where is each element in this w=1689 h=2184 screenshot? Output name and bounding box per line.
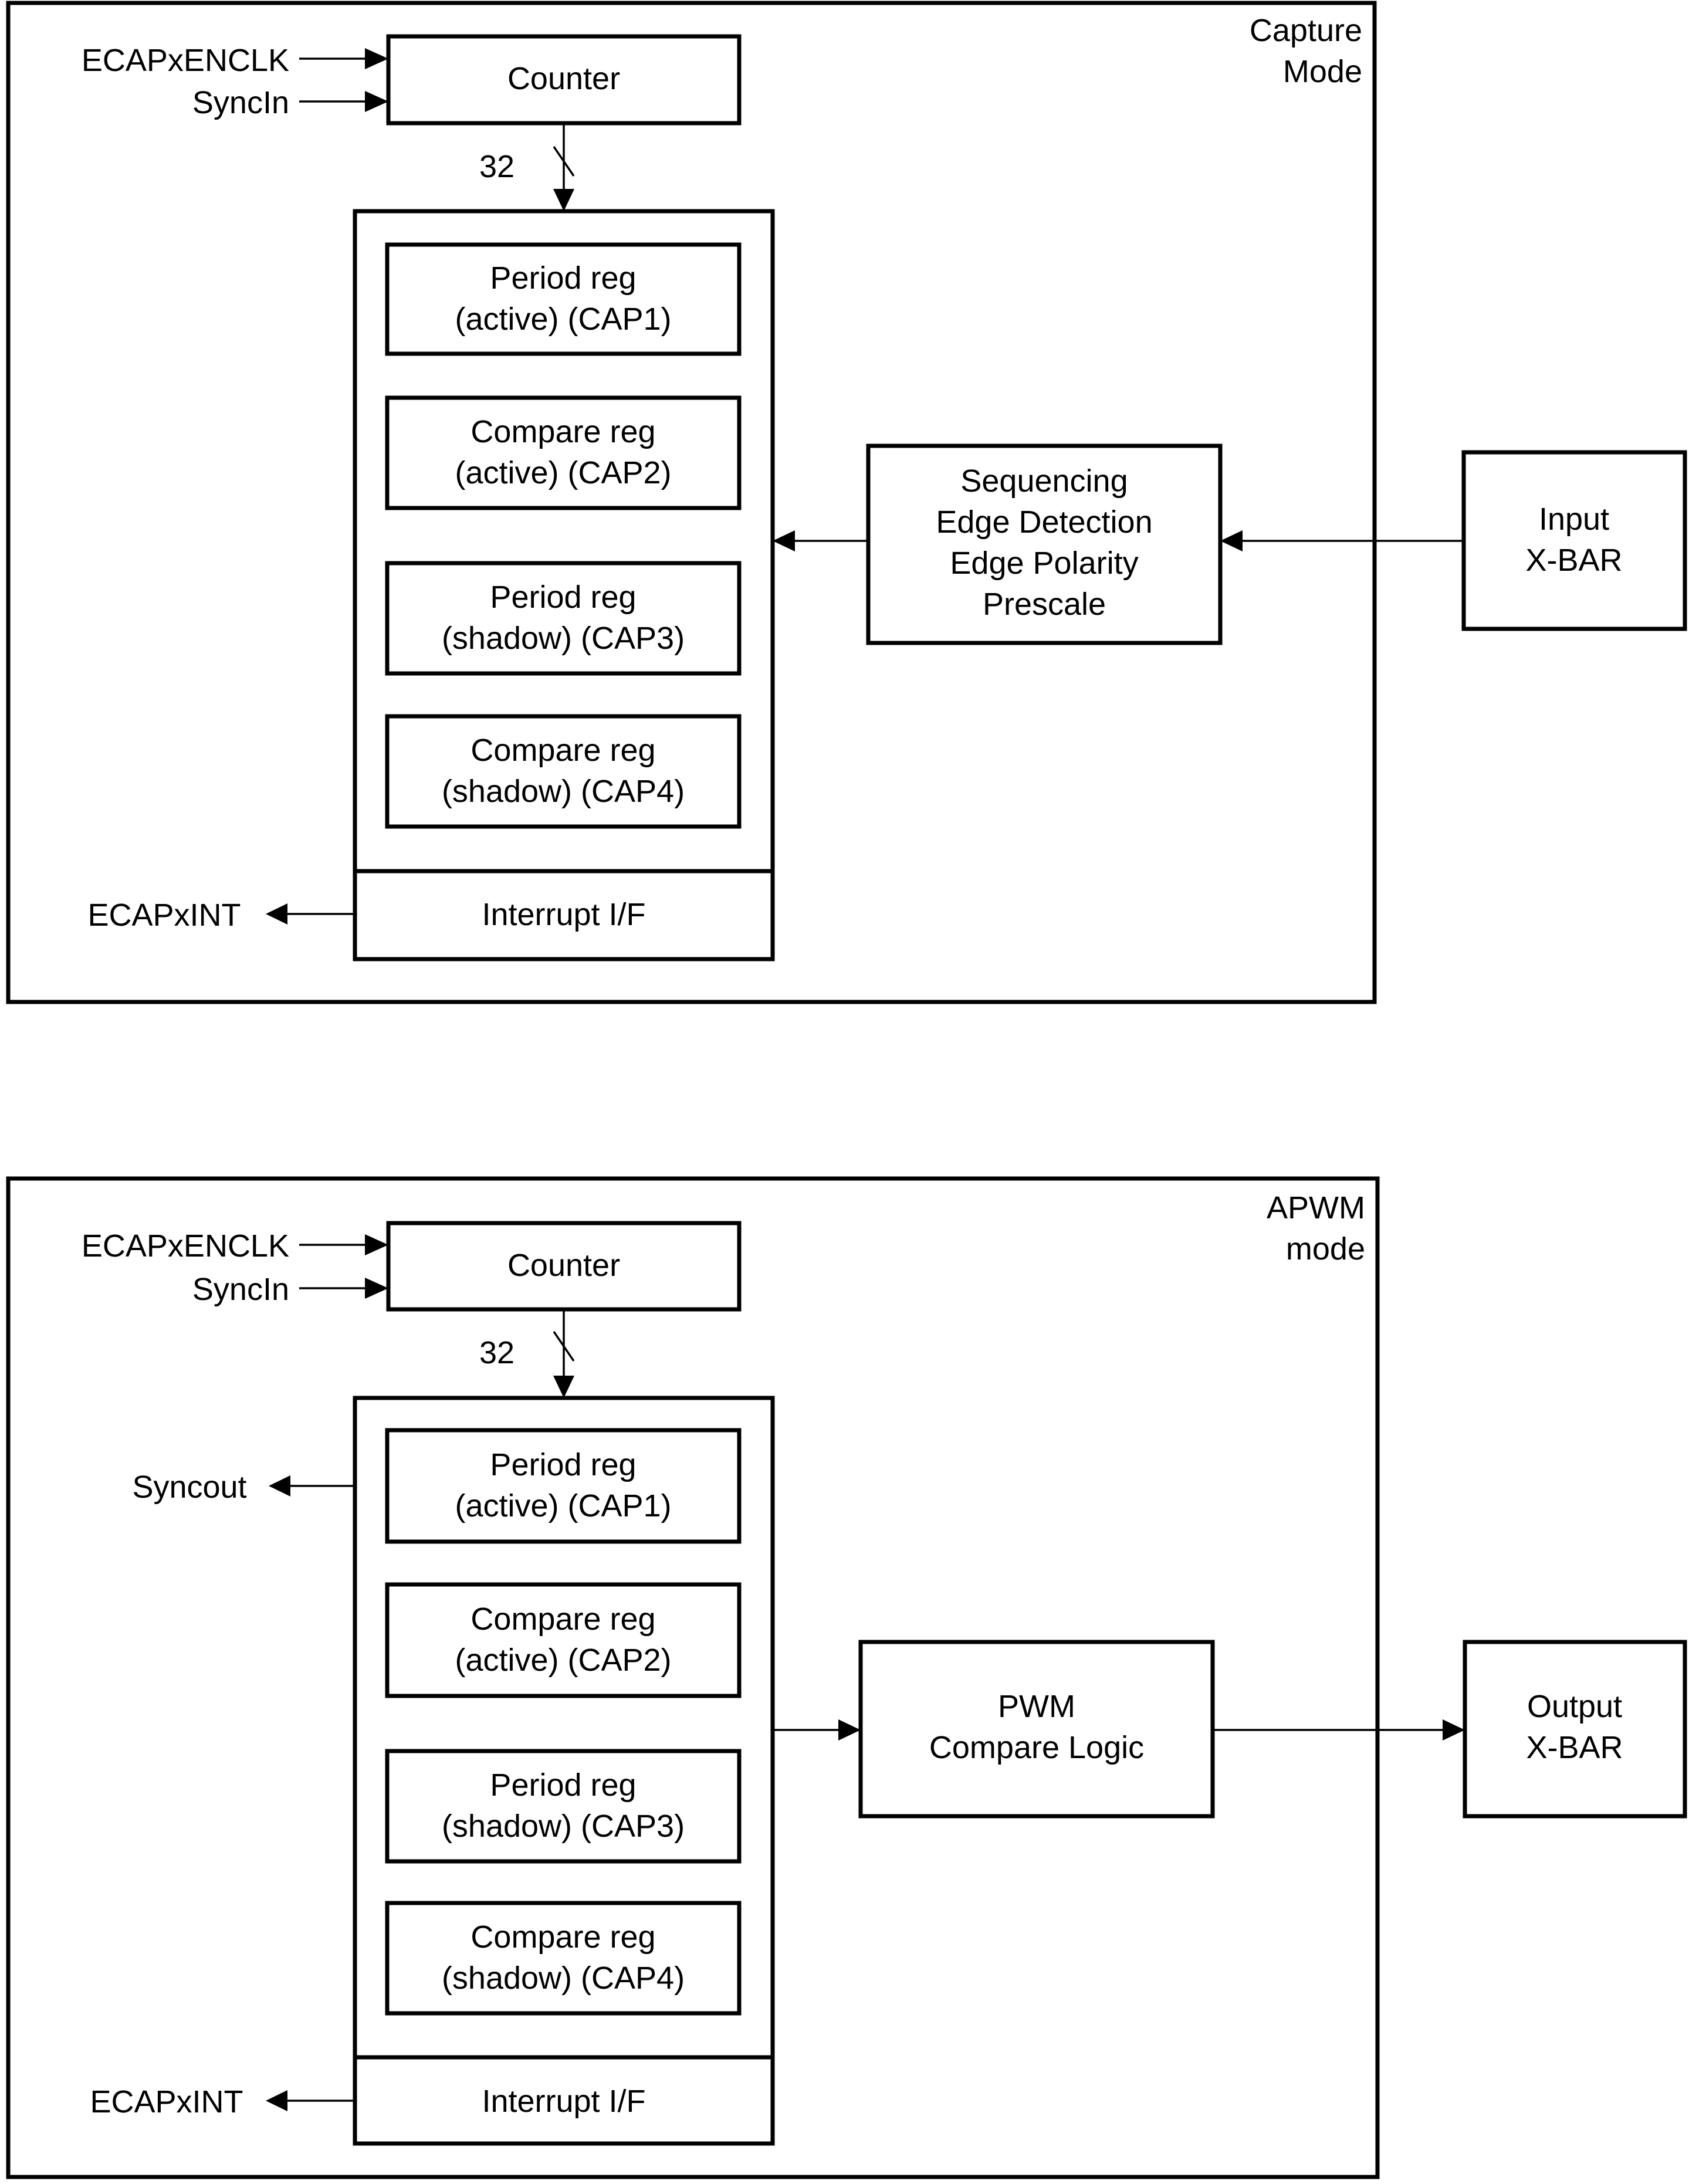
syncout-label: Syncout <box>132 1469 246 1505</box>
capture-bus-width-label: 32 <box>479 149 515 184</box>
capture-cap2-line2: (active) (CAP2) <box>455 455 671 490</box>
input-xbar-line2: X-BAR <box>1525 543 1622 578</box>
output-xbar-block <box>1463 1640 1687 1819</box>
input-xbar-line1: Input <box>1539 502 1609 537</box>
sequencing-to-registers-arrow-icon <box>773 530 795 551</box>
capture-cap4-line2: (shadow) (CAP4) <box>442 774 685 809</box>
apwm-mode-label-line1: APWM <box>1267 1190 1365 1225</box>
apwm-cap3-line2: (shadow) (CAP3) <box>442 1809 685 1844</box>
apwm-register-cap1: Period reg (active) (CAP1) <box>385 1428 742 1544</box>
capture-ecapxint-arrow-icon <box>266 903 287 925</box>
apwm-mode-section: APWM mode ECAPxENCLK SyncIn Counter 32 P… <box>6 1176 1687 2179</box>
apwm-cap4-line2: (shadow) (CAP4) <box>442 1960 685 1996</box>
syncout-arrow-icon <box>269 1475 290 1496</box>
apwm-syncin-label: SyncIn <box>192 1272 289 1307</box>
capture-ecapxint-label: ECAPxINT <box>87 898 241 933</box>
ecap-block-diagram: Capture Mode ECAPxENCLK SyncIn Counter 3… <box>6 1 1687 2179</box>
sequencing-line2: Edge Detection <box>936 504 1152 540</box>
registers-to-pwm-arrow-icon <box>838 1719 861 1741</box>
syncin-label: SyncIn <box>192 85 289 120</box>
sequencing-line1: Sequencing <box>960 463 1128 499</box>
capture-cap3-line2: (shadow) (CAP3) <box>442 621 685 656</box>
capture-mode-section: Capture Mode ECAPxENCLK SyncIn Counter 3… <box>6 1 1687 1004</box>
capture-register-cap1: Period reg (active) (CAP1) <box>385 242 742 356</box>
apwm-interrupt-label: Interrupt I/F <box>482 2084 645 2119</box>
capture-cap4-line1: Compare reg <box>471 733 655 768</box>
capture-interrupt-label: Interrupt I/F <box>482 897 645 932</box>
apwm-cap4-line1: Compare reg <box>471 1919 655 1955</box>
ecapxenclk-arrow-icon <box>365 48 388 69</box>
apwm-ecapxenclk-arrow-icon <box>365 1234 388 1255</box>
capture-register-cap3: Period reg (shadow) (CAP3) <box>385 561 742 676</box>
apwm-ecapxint-label: ECAPxINT <box>90 2084 243 2119</box>
apwm-ecapxint-arrow-icon <box>266 2090 287 2111</box>
apwm-cap1-line2: (active) (CAP1) <box>455 1488 671 1523</box>
capture-bus-arrow-icon <box>553 189 574 211</box>
sequencing-line3: Edge Polarity <box>950 546 1138 581</box>
sequencing-line4: Prescale <box>983 587 1106 622</box>
pwm-compare-logic-block <box>858 1640 1215 1819</box>
apwm-register-cap4: Compare reg (shadow) (CAP4) <box>385 1901 742 2016</box>
pwm-logic-line2: Compare Logic <box>929 1730 1144 1765</box>
capture-cap2-line1: Compare reg <box>471 414 655 449</box>
apwm-cap2-line2: (active) (CAP2) <box>455 1643 671 1678</box>
capture-mode-label-line2: Mode <box>1283 54 1362 89</box>
apwm-cap3-line1: Period reg <box>490 1767 636 1803</box>
capture-counter-label: Counter <box>507 61 620 96</box>
capture-register-cap4: Compare reg (shadow) (CAP4) <box>385 714 742 829</box>
ecapxenclk-label: ECAPxENCLK <box>82 43 289 78</box>
syncin-arrow-icon <box>365 91 388 112</box>
output-xbar-line2: X-BAR <box>1526 1730 1623 1765</box>
input-xbar-block <box>1461 450 1687 631</box>
capture-mode-label-line1: Capture <box>1250 13 1362 48</box>
pwm-logic-line1: PWM <box>998 1689 1075 1724</box>
capture-cap1-line1: Period reg <box>490 260 636 296</box>
capture-cap3-line1: Period reg <box>490 580 636 615</box>
pwm-to-xbar-arrow-icon <box>1443 1719 1465 1741</box>
apwm-mode-label-line2: mode <box>1286 1231 1365 1267</box>
output-xbar-line1: Output <box>1527 1689 1622 1724</box>
capture-cap1-line2: (active) (CAP1) <box>455 302 671 337</box>
xbar-to-sequencing-arrow-icon <box>1220 530 1243 551</box>
apwm-bus-width-label: 32 <box>479 1335 515 1370</box>
apwm-ecapxenclk-label: ECAPxENCLK <box>82 1228 289 1264</box>
apwm-register-cap3: Period reg (shadow) (CAP3) <box>385 1749 742 1864</box>
apwm-register-cap2: Compare reg (active) (CAP2) <box>385 1582 742 1698</box>
apwm-cap2-line1: Compare reg <box>471 1601 655 1637</box>
apwm-syncin-arrow-icon <box>365 1278 388 1299</box>
apwm-counter-label: Counter <box>507 1248 620 1283</box>
apwm-bus-arrow-icon <box>553 1376 574 1398</box>
apwm-cap1-line1: Period reg <box>490 1447 636 1482</box>
capture-register-cap2: Compare reg (active) (CAP2) <box>385 395 742 510</box>
